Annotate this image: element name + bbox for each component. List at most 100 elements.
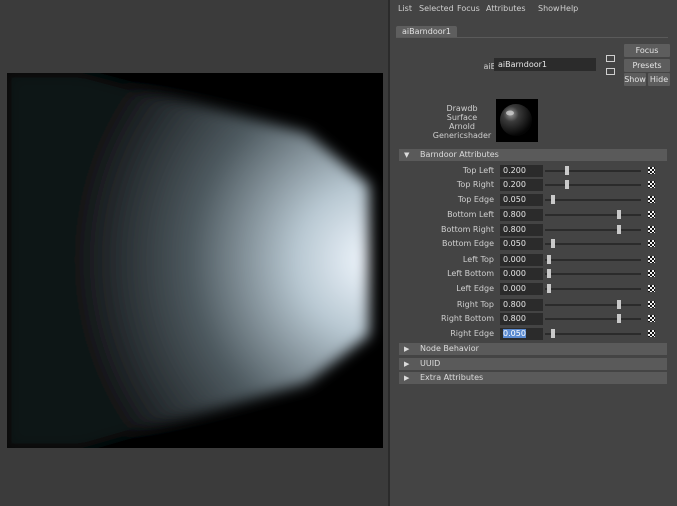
attribute-value-field[interactable]: 0.000 xyxy=(500,283,543,295)
presets-button[interactable]: Presets xyxy=(624,59,670,72)
attribute-label: Right Edge xyxy=(450,329,494,338)
select-output-icon[interactable] xyxy=(606,68,615,75)
slider-handle[interactable] xyxy=(547,255,551,264)
attribute-slider[interactable] xyxy=(545,180,641,189)
attribute-value-field-selected[interactable]: 0.050 xyxy=(500,328,543,340)
menu-attributes[interactable]: Attributes xyxy=(486,4,526,13)
slider-handle[interactable] xyxy=(551,195,556,204)
map-texture-icon[interactable] xyxy=(648,240,655,247)
attribute-label: Right Top xyxy=(456,300,494,309)
attribute-value-field[interactable]: 0.000 xyxy=(500,268,543,280)
attribute-row: Top Right 0.200 xyxy=(399,178,667,192)
attribute-value-field[interactable]: 0.800 xyxy=(500,224,543,236)
map-texture-icon[interactable] xyxy=(648,270,655,277)
slider-handle[interactable] xyxy=(564,166,569,175)
attribute-slider[interactable] xyxy=(545,239,641,248)
section-extra-attributes[interactable]: ▶ Extra Attributes xyxy=(399,372,667,384)
slider-handle[interactable] xyxy=(617,210,622,219)
slider-handle[interactable] xyxy=(551,329,556,338)
attribute-row: Bottom Left 0.800 xyxy=(399,208,667,222)
collapsed-triangle-icon: ▶ xyxy=(404,345,410,353)
attribute-slider[interactable] xyxy=(545,225,641,234)
attribute-value-field[interactable]: 0.050 xyxy=(500,194,543,206)
attribute-slider[interactable] xyxy=(545,166,641,175)
show-button[interactable]: Show xyxy=(624,73,646,86)
attribute-row: Bottom Edge 0.050 xyxy=(399,237,667,251)
slider-handle[interactable] xyxy=(547,284,551,293)
slider-handle[interactable] xyxy=(564,180,569,189)
attribute-label: Left Edge xyxy=(456,284,494,293)
map-texture-icon[interactable] xyxy=(648,181,655,188)
swatch-preview[interactable] xyxy=(496,99,538,142)
attribute-label: Bottom Edge xyxy=(441,239,494,248)
menu-bar: List Selected Focus Attributes Show Help xyxy=(390,0,677,18)
hide-button[interactable]: Hide xyxy=(648,73,670,86)
shader-type-line: Surface xyxy=(446,113,478,122)
slider-handle[interactable] xyxy=(617,300,622,309)
render-view xyxy=(7,73,383,448)
attribute-row: Left Bottom 0.000 xyxy=(399,267,667,281)
attribute-slider[interactable] xyxy=(545,210,641,219)
attribute-label: Left Top xyxy=(462,255,494,264)
attribute-label: Right Bottom xyxy=(441,314,494,323)
attribute-slider[interactable] xyxy=(545,195,641,204)
sphere-preview-icon xyxy=(500,104,532,136)
attribute-slider[interactable] xyxy=(545,255,641,264)
attribute-slider[interactable] xyxy=(545,300,641,309)
map-texture-icon[interactable] xyxy=(648,285,655,292)
attribute-slider[interactable] xyxy=(545,314,641,323)
select-input-icon[interactable] xyxy=(606,55,615,62)
attribute-value-field[interactable]: 0.200 xyxy=(500,179,543,191)
attribute-slider[interactable] xyxy=(545,329,641,338)
expanded-triangle-icon: ▼ xyxy=(404,151,410,159)
menu-list[interactable]: List xyxy=(398,4,412,13)
shader-type-line: Drawdb xyxy=(446,104,478,113)
attribute-editor: List Selected Focus Attributes Show Help… xyxy=(390,0,677,506)
map-texture-icon[interactable] xyxy=(648,196,655,203)
attribute-row: Top Edge 0.050 xyxy=(399,193,667,207)
attribute-value-field[interactable]: 0.000 xyxy=(500,254,543,266)
attribute-row: Top Left 0.200 xyxy=(399,164,667,178)
focus-button[interactable]: Focus xyxy=(624,44,670,57)
section-title: Extra Attributes xyxy=(420,373,484,382)
node-name-field[interactable]: aiBarndoor1 xyxy=(494,58,596,71)
attribute-slider[interactable] xyxy=(545,269,641,278)
shader-type-line: Arnold xyxy=(449,122,475,131)
menu-selected[interactable]: Selected xyxy=(419,4,454,13)
node-tab-bar: aiBarndoor1 xyxy=(396,26,668,38)
slider-handle[interactable] xyxy=(617,225,622,234)
menu-focus[interactable]: Focus xyxy=(457,4,480,13)
menu-show[interactable]: Show xyxy=(538,4,560,13)
map-texture-icon[interactable] xyxy=(648,167,655,174)
section-barndoor-attributes[interactable]: ▼ Barndoor Attributes xyxy=(399,149,667,161)
tab-aibarndoor1[interactable]: aiBarndoor1 xyxy=(396,26,457,37)
attribute-row: Right Bottom 0.800 xyxy=(399,312,667,326)
attribute-value-field[interactable]: 0.800 xyxy=(500,209,543,221)
attribute-row: Right Top 0.800 xyxy=(399,298,667,312)
section-uuid[interactable]: ▶ UUID xyxy=(399,358,667,370)
attribute-label: Top Edge xyxy=(457,195,494,204)
section-node-behavior[interactable]: ▶ Node Behavior xyxy=(399,343,667,355)
attribute-value-field[interactable]: 0.800 xyxy=(500,299,543,311)
render-viewport[interactable] xyxy=(0,0,388,506)
map-texture-icon[interactable] xyxy=(648,226,655,233)
menu-help[interactable]: Help xyxy=(560,4,578,13)
slider-handle[interactable] xyxy=(617,314,622,323)
map-texture-icon[interactable] xyxy=(648,211,655,218)
attribute-label: Bottom Right xyxy=(441,225,494,234)
slider-handle[interactable] xyxy=(547,269,551,278)
section-title: Node Behavior xyxy=(420,344,479,353)
map-texture-icon[interactable] xyxy=(648,256,655,263)
attribute-value-field[interactable]: 0.200 xyxy=(500,165,543,177)
shader-type-line: Genericshader xyxy=(432,131,492,140)
map-texture-icon[interactable] xyxy=(648,301,655,308)
attribute-value-field[interactable]: 0.050 xyxy=(500,238,543,250)
map-texture-icon[interactable] xyxy=(648,330,655,337)
attribute-row: Bottom Right 0.800 xyxy=(399,223,667,237)
attribute-slider[interactable] xyxy=(545,284,641,293)
attribute-value-field[interactable]: 0.800 xyxy=(500,313,543,325)
slider-handle[interactable] xyxy=(551,239,556,248)
shader-type-label: Drawdb Surface Arnold Genericshader xyxy=(430,104,494,140)
map-texture-icon[interactable] xyxy=(648,315,655,322)
attribute-label: Bottom Left xyxy=(447,210,494,219)
